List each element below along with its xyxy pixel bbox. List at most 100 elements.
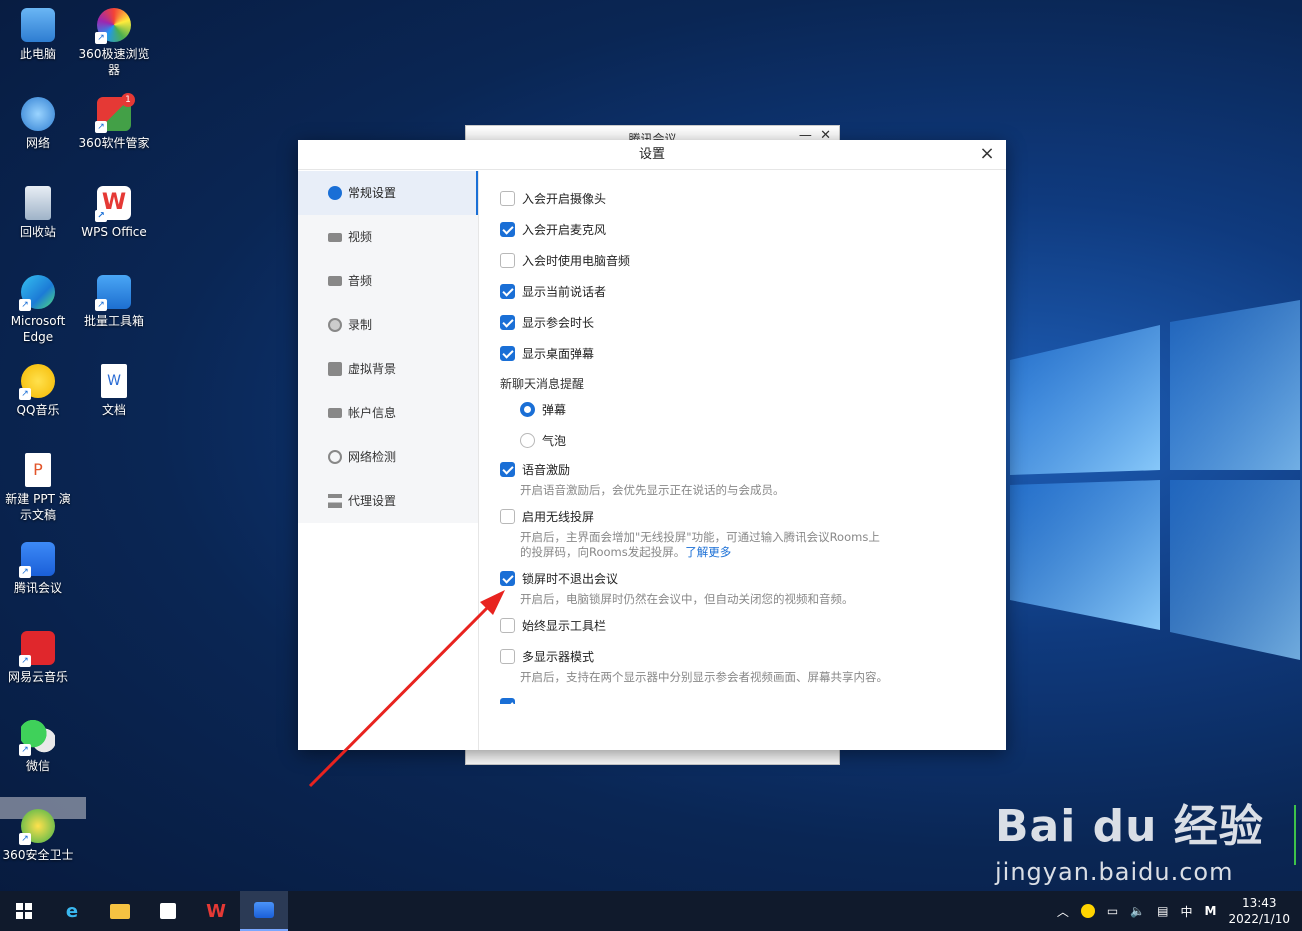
option-always-toolbar[interactable]: 始终显示工具栏 [500, 617, 606, 634]
taskbar-edge[interactable]: e [48, 891, 96, 931]
globe-icon [328, 450, 342, 464]
taskbar-tencent-meeting[interactable] [240, 891, 288, 931]
option-wireless-cast[interactable]: 启用无线投屏 [500, 508, 594, 525]
nav-network-check[interactable]: 网络检测 [298, 435, 478, 479]
360-tray-icon[interactable] [1080, 904, 1095, 918]
speaker-icon [328, 276, 342, 286]
checkbox[interactable] [500, 618, 515, 633]
360-browser-icon: ↗ [95, 8, 131, 44]
edge-indicator [1294, 805, 1302, 865]
option-camera[interactable]: 入会开启摄像头 [500, 190, 606, 207]
network-icon [21, 97, 55, 131]
option-multi-monitor[interactable]: 多显示器模式 [500, 648, 594, 665]
chevron-up-icon[interactable]: ︿ [1057, 903, 1069, 920]
start-button[interactable] [0, 891, 48, 931]
radio[interactable] [520, 402, 535, 417]
radio[interactable] [520, 433, 535, 448]
gear-icon [328, 186, 342, 200]
settings-content: 入会开启摄像头 入会开启麦克风 入会时使用电脑音频 显示当前说话者 显示参会时长… [480, 171, 1006, 750]
network-tree-icon [328, 494, 342, 508]
nav-proxy[interactable]: 代理设置 [298, 479, 478, 523]
desktop-icon-this-pc[interactable]: 此电脑 [0, 8, 76, 62]
option-pc-audio[interactable]: 入会时使用电脑音频 [500, 252, 630, 269]
windows-logo-wallpaper [1010, 300, 1300, 660]
nav-account[interactable]: 帐户信息 [298, 391, 478, 435]
desktop-icon-wps[interactable]: W ↗ WPS Office [76, 186, 152, 240]
nav-general[interactable]: 常规设置 [298, 171, 478, 215]
desktop-icon-360-security[interactable]: ↗ 360安全卫士 [0, 809, 76, 863]
nav-video[interactable]: 视频 [298, 215, 478, 259]
checkbox[interactable] [500, 284, 515, 299]
wechat-icon: ↗ [19, 720, 55, 756]
portrait-icon [328, 362, 342, 376]
learn-more-link[interactable]: 了解更多 [685, 545, 731, 559]
checkbox[interactable] [500, 222, 515, 237]
wps-icon: W [206, 900, 226, 922]
chat-alert-section-label: 新聊天消息提醒 [500, 377, 585, 391]
settings-dialog[interactable]: 设置 × 常规设置 视频 音频 录制 虚拟背景 帐户信息 网络检测 代理设置 入… [298, 140, 1006, 750]
taskbar-wps[interactable]: W [192, 891, 240, 931]
windows-start-icon [16, 903, 32, 919]
volume-icon[interactable]: 🔈 [1130, 904, 1145, 918]
checkbox[interactable] [500, 191, 515, 206]
desktop-icon-edge[interactable]: ↗ Microsoft Edge [0, 275, 76, 345]
folder-icon [110, 903, 130, 919]
desktop-icon-wechat[interactable]: ↗ 微信 [0, 720, 76, 774]
option-mic[interactable]: 入会开启麦克风 [500, 221, 606, 238]
voice-activation-description: 开启语音激励后，会优先显示正在说话的与会成员。 [520, 483, 785, 497]
clock-time: 13:43 [1241, 896, 1277, 910]
desktop-icon-batch-tools[interactable]: ↗ 批量工具箱 [76, 275, 152, 329]
tencent-meeting-icon [254, 902, 274, 918]
nav-virtual-background[interactable]: 虚拟背景 [298, 347, 478, 391]
taskbar-store[interactable] [144, 891, 192, 931]
checkbox[interactable] [500, 346, 515, 361]
option-show-speaker[interactable]: 显示当前说话者 [500, 283, 606, 300]
desktop-icon-recycle-bin[interactable]: 回收站 [0, 186, 76, 240]
close-button[interactable]: × [976, 140, 998, 170]
baidu-watermark: Bai du 经验 jingyan.baidu.com [995, 790, 1264, 886]
desktop-icon-360-browser[interactable]: ↗ 360极速浏览器 [76, 8, 152, 78]
ime-mode-indicator[interactable]: M [1205, 904, 1217, 918]
baidu-url: jingyan.baidu.com [995, 858, 1234, 886]
desktop-icon-network[interactable]: 网络 [0, 97, 76, 151]
checkbox[interactable] [500, 253, 515, 268]
checkbox[interactable] [500, 571, 515, 586]
desktop-icon-360-software[interactable]: ↗ 1 360软件管家 [76, 93, 152, 151]
radio-danmu[interactable]: 弹幕 [520, 401, 566, 418]
nav-audio[interactable]: 音频 [298, 259, 478, 303]
option-voice-activation[interactable]: 语音激励 [500, 461, 570, 478]
option-lock-screen[interactable]: 锁屏时不退出会议 [500, 570, 618, 587]
ime-indicator[interactable]: 中 [1181, 903, 1193, 920]
network-icon[interactable]: ▭ [1107, 904, 1118, 918]
recycle-bin-icon [25, 186, 51, 220]
checkbox[interactable] [500, 649, 515, 664]
toolbox-icon: ↗ [95, 275, 131, 311]
nav-record[interactable]: 录制 [298, 303, 478, 347]
wps-icon: W ↗ [95, 186, 131, 222]
wireless-cast-description: 开启后，主界面会增加"无线投屏"功能，可通过输入腾讯会议Rooms上 的投屏码，… [520, 530, 880, 559]
multi-monitor-description: 开启后，支持在两个显示器中分别显示参会者视频画面、屏幕共享内容。 [520, 670, 888, 684]
checkbox[interactable] [500, 315, 515, 330]
taskbar-explorer[interactable] [96, 891, 144, 931]
desktop-icon-tencent-meeting[interactable]: ↗ 腾讯会议 [0, 542, 76, 596]
settings-sidebar: 常规设置 视频 音频 录制 虚拟背景 帐户信息 网络检测 代理设置 [298, 171, 479, 750]
computer-icon [21, 8, 55, 42]
desktop-icon-ppt[interactable]: P 新建 PPT 演示文稿 [0, 453, 76, 523]
checkbox[interactable] [500, 462, 515, 477]
radio-bubble[interactable]: 气泡 [520, 432, 566, 449]
video-camera-icon [328, 232, 342, 242]
system-tray: ︿ ▭ 🔈 ▤ 中 M 13:43 2022/1/10 [1051, 891, 1302, 931]
desktop-icon-netease-music[interactable]: ↗ 网易云音乐 [0, 631, 76, 685]
baidu-brand: Bai du 经验 [995, 801, 1264, 852]
clock[interactable]: 13:43 2022/1/10 [1228, 895, 1290, 927]
desktop-icon-document[interactable]: W 文档 [76, 364, 152, 418]
id-card-icon [328, 408, 342, 418]
checkbox[interactable] [500, 509, 515, 524]
desktop-icon-qq-music[interactable]: ↗ QQ音乐 [0, 364, 76, 418]
store-icon [160, 903, 176, 919]
option-desktop-popup[interactable]: 显示桌面弹幕 [500, 345, 594, 362]
record-icon [328, 318, 342, 332]
lock-screen-description: 开启后，电脑锁屏时仍然在会议中，但自动关闭您的视频和音频。 [520, 592, 854, 606]
notification-icon[interactable]: ▤ [1157, 904, 1168, 918]
option-show-duration[interactable]: 显示参会时长 [500, 314, 594, 331]
